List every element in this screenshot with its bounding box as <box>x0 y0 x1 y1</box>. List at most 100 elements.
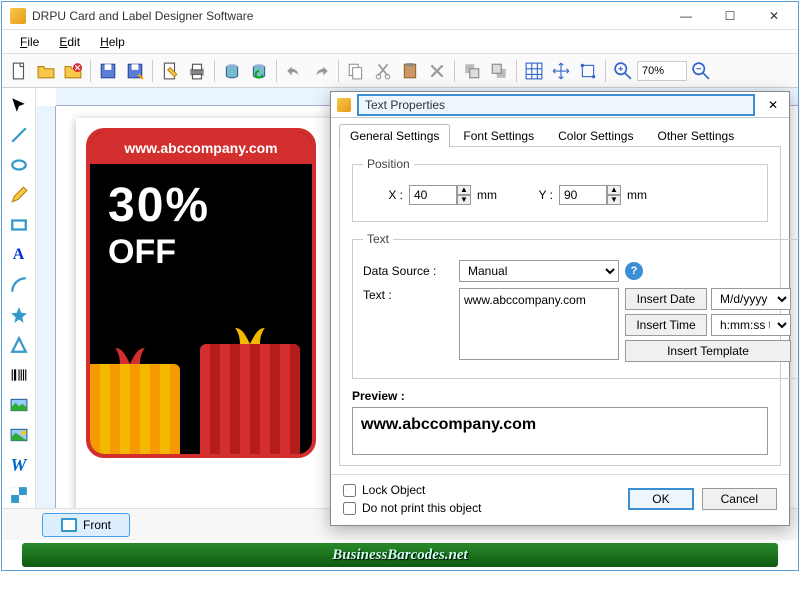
y-label: Y : <box>503 188 553 202</box>
open-icon[interactable] <box>33 58 59 84</box>
tab-font-settings[interactable]: Font Settings <box>452 124 545 147</box>
close-button[interactable]: ✕ <box>752 2 796 30</box>
toolbar-separator <box>454 60 455 82</box>
wordart-tool-icon[interactable]: W <box>6 452 32 478</box>
copy-icon[interactable] <box>343 58 369 84</box>
card-percent-text[interactable]: 30% <box>90 164 312 233</box>
text-legend: Text <box>363 232 393 246</box>
select-tool-icon[interactable] <box>6 92 32 118</box>
card-url-text[interactable]: www.abccompany.com <box>90 132 312 164</box>
edit-icon[interactable] <box>157 58 183 84</box>
redo-icon[interactable] <box>308 58 334 84</box>
cut-icon[interactable] <box>370 58 396 84</box>
resize-icon[interactable] <box>575 58 601 84</box>
database-icon[interactable] <box>219 58 245 84</box>
x-spin-up[interactable]: ▲ <box>457 185 471 195</box>
minimize-button[interactable]: — <box>664 2 708 30</box>
close-file-icon[interactable] <box>60 58 86 84</box>
tab-other-settings[interactable]: Other Settings <box>646 124 745 147</box>
insert-time-button[interactable]: Insert Time <box>625 314 707 336</box>
card-design[interactable]: www.abccompany.com 30% OFF <box>86 128 316 458</box>
y-spin-up[interactable]: ▲ <box>607 185 621 195</box>
help-icon[interactable]: ? <box>625 262 643 280</box>
x-label: X : <box>363 188 403 202</box>
gift-graphics <box>90 334 312 454</box>
position-fieldset: Position X : ▲▼ mm Y : ▲▼ mm <box>352 157 768 222</box>
preview-label: Preview : <box>352 389 768 403</box>
zoom-in-icon[interactable] <box>610 58 636 84</box>
cancel-button[interactable]: Cancel <box>702 488 777 510</box>
text-tool-icon[interactable]: A <box>6 242 32 268</box>
grid-icon[interactable] <box>521 58 547 84</box>
toolbar-separator <box>516 60 517 82</box>
ellipse-tool-icon[interactable] <box>6 152 32 178</box>
titlebar: DRPU Card and Label Designer Software — … <box>2 2 798 30</box>
toolbar-separator <box>214 60 215 82</box>
zoom-input[interactable] <box>637 61 687 81</box>
menu-edit[interactable]: Edit <box>49 33 90 51</box>
database-refresh-icon[interactable] <box>246 58 272 84</box>
pattern-tool-icon[interactable] <box>6 482 32 508</box>
zoom-out-icon[interactable] <box>688 58 714 84</box>
triangle-tool-icon[interactable] <box>6 332 32 358</box>
save-as-icon[interactable] <box>122 58 148 84</box>
x-input[interactable] <box>409 185 457 205</box>
rectangle-tool-icon[interactable] <box>6 212 32 238</box>
tab-color-settings[interactable]: Color Settings <box>547 124 644 147</box>
toolbar-separator <box>152 60 153 82</box>
text-properties-dialog: Text Properties ✕ General Settings Font … <box>330 91 790 526</box>
y-input[interactable] <box>559 185 607 205</box>
data-source-select[interactable]: Manual <box>459 260 619 282</box>
toolbar <box>2 54 798 88</box>
page-tab-front[interactable]: Front <box>42 513 130 537</box>
card-off-text[interactable]: OFF <box>90 233 312 272</box>
dialog-title: Text Properties <box>357 94 755 116</box>
x-unit: mm <box>477 188 497 202</box>
print-icon[interactable] <box>184 58 210 84</box>
do-not-print-checkbox[interactable]: Do not print this object <box>343 501 481 515</box>
star-tool-icon[interactable] <box>6 302 32 328</box>
text-label: Text : <box>363 288 453 302</box>
delete-icon[interactable] <box>424 58 450 84</box>
gift-box-icon <box>86 364 180 454</box>
design-canvas[interactable]: www.abccompany.com 30% OFF <box>76 118 356 508</box>
arc-tool-icon[interactable] <box>6 272 32 298</box>
menubar: File Edit Help <box>2 30 798 54</box>
text-input[interactable] <box>459 288 619 360</box>
ok-button[interactable]: OK <box>628 488 693 510</box>
toolbar-separator <box>276 60 277 82</box>
y-spin-down[interactable]: ▼ <box>607 195 621 205</box>
insert-template-button[interactable]: Insert Template <box>625 340 791 362</box>
library-tool-icon[interactable] <box>6 422 32 448</box>
x-spin-down[interactable]: ▼ <box>457 195 471 205</box>
bring-front-icon[interactable] <box>459 58 485 84</box>
barcode-tool-icon[interactable] <box>6 362 32 388</box>
page-icon <box>61 518 77 532</box>
gift-box-icon <box>200 344 300 454</box>
move-icon[interactable] <box>548 58 574 84</box>
pencil-tool-icon[interactable] <box>6 182 32 208</box>
undo-icon[interactable] <box>281 58 307 84</box>
time-format-select[interactable]: h:mm:ss tt <box>711 314 791 336</box>
y-unit: mm <box>627 188 647 202</box>
dialog-footer: Lock Object Do not print this object OK … <box>331 474 789 525</box>
ruler-vertical <box>36 106 56 508</box>
menu-file[interactable]: File <box>10 33 49 51</box>
preview-box: www.abccompany.com <box>352 407 768 455</box>
send-back-icon[interactable] <box>486 58 512 84</box>
lock-object-checkbox[interactable]: Lock Object <box>343 483 481 497</box>
image-tool-icon[interactable] <box>6 392 32 418</box>
line-tool-icon[interactable] <box>6 122 32 148</box>
tab-general-settings[interactable]: General Settings <box>339 124 450 147</box>
maximize-button[interactable]: ☐ <box>708 2 752 30</box>
text-fieldset: Text Data Source : Manual ? Text : Inser… <box>352 232 800 379</box>
save-icon[interactable] <box>95 58 121 84</box>
date-format-select[interactable]: M/d/yyyy <box>711 288 791 310</box>
insert-date-button[interactable]: Insert Date <box>625 288 707 310</box>
dialog-close-button[interactable]: ✕ <box>761 98 785 112</box>
paste-icon[interactable] <box>397 58 423 84</box>
tool-dock: A W <box>2 88 36 508</box>
new-icon[interactable] <box>6 58 32 84</box>
position-legend: Position <box>363 157 414 171</box>
menu-help[interactable]: Help <box>90 33 135 51</box>
